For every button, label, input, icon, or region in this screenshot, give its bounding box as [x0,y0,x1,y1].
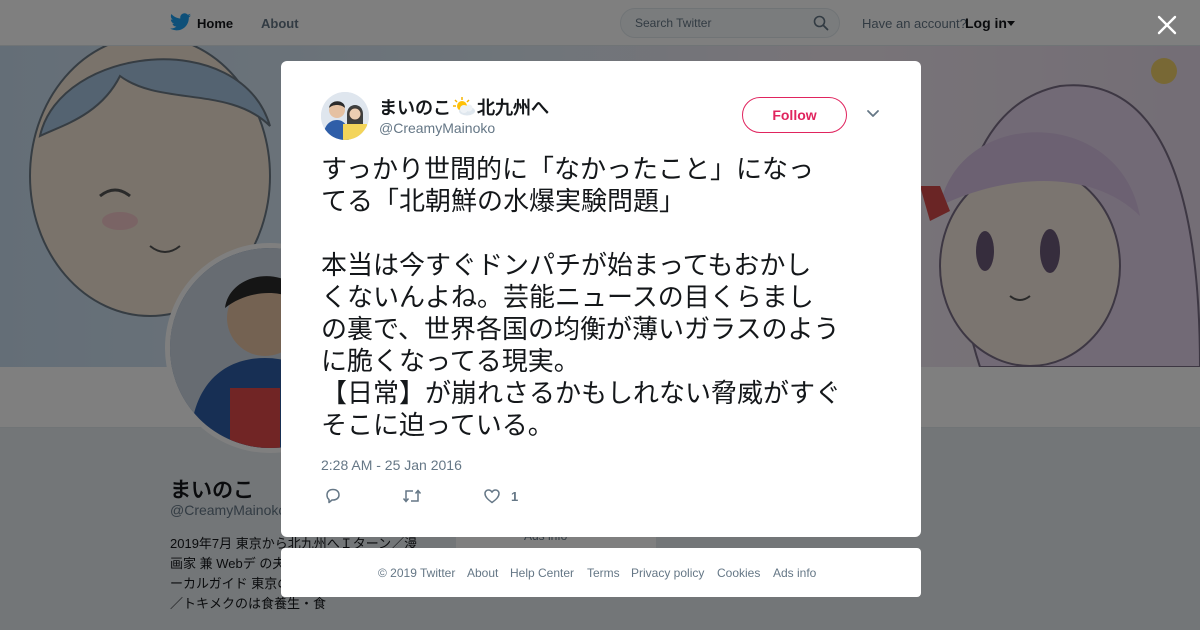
tweet-author-name-text: まいのこ [379,98,451,118]
heart-icon[interactable] [483,487,501,505]
modal-footer: © 2019 Twitter About Help Center Terms P… [281,548,921,597]
tweet-author-name-suffix: 北九州へ [477,98,549,118]
tweet-author-name[interactable]: まいのこ 北九州へ [379,94,549,120]
chevron-down-icon[interactable] [866,109,880,119]
tweet-text: すっかり世間的に「なかったこと」になっ てる「北朝鮮の水爆実験問題」 本当は今す… [321,155,842,441]
tweet-timestamp[interactable]: 2:28 AM - 25 Jan 2016 [321,457,462,473]
retweet-icon[interactable] [402,487,422,505]
footer-help-link[interactable]: Help Center [510,566,574,580]
footer-copyright: © 2019 Twitter [378,566,456,580]
reply-icon[interactable] [324,487,342,505]
tweet-modal: まいのこ 北九州へ @CreamyMainoko Follow すっかり世間的に… [281,61,921,537]
tweet-author-avatar[interactable] [321,92,369,140]
sun-cloud-emoji-icon [453,97,475,116]
author-avatar-photo [321,92,369,140]
footer-about-link[interactable]: About [467,566,498,580]
tweet-author-handle[interactable]: @CreamyMainoko [379,120,495,136]
footer-terms-link[interactable]: Terms [587,566,620,580]
follow-button[interactable]: Follow [742,97,847,133]
like-count: 1 [511,489,519,504]
footer-privacy-link[interactable]: Privacy policy [631,566,704,580]
close-icon[interactable] [1154,12,1180,38]
footer-ads-link[interactable]: Ads info [773,566,816,580]
footer-cookies-link[interactable]: Cookies [717,566,760,580]
